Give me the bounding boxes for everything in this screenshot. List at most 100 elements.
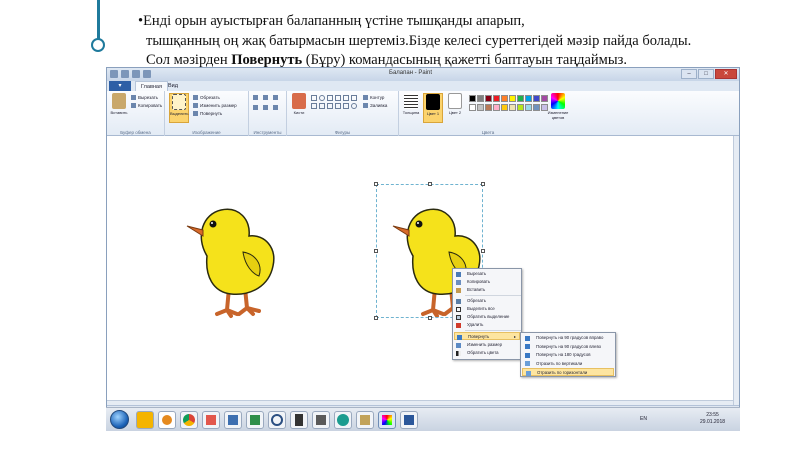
app-icon-10[interactable] xyxy=(334,411,352,429)
language-indicator[interactable]: EN xyxy=(640,416,647,422)
ctx-item-invert-colors[interactable]: Обратить цвета xyxy=(454,349,520,357)
palette-swatch[interactable] xyxy=(501,95,508,102)
arrow-shape-icon[interactable] xyxy=(351,95,357,101)
submenu-rotate-180[interactable]: Повернуть на 180 градусов xyxy=(522,351,614,359)
crop-button[interactable]: Обрезать xyxy=(193,95,220,101)
colors-group: Толщина Цвет 1 Цвет 2 Изменение цветов Ц… xyxy=(399,91,577,136)
color2-button[interactable]: Цвет 2 xyxy=(445,93,465,115)
triangle-shape-icon[interactable] xyxy=(335,95,341,101)
ctx-item-select-all[interactable]: Выделить все xyxy=(454,305,520,313)
thickness-button[interactable]: Толщина xyxy=(401,93,421,115)
submenu-rotate-right-90[interactable]: Повернуть на 90 градусов вправо xyxy=(522,334,614,342)
maximize-button[interactable]: □ xyxy=(698,69,714,79)
submenu-flip-horizontal[interactable]: Отразить по горизонтали xyxy=(522,368,614,376)
start-button[interactable] xyxy=(110,410,129,429)
palette-swatch[interactable] xyxy=(509,104,516,111)
ctx-item-invert-selection[interactable]: Обратить выделение xyxy=(454,313,520,321)
color1-button[interactable]: Цвет 1 xyxy=(423,93,443,123)
save-icon[interactable] xyxy=(121,70,129,78)
cut-button[interactable]: Вырезать xyxy=(131,95,158,101)
fill-button[interactable]: Заливка xyxy=(363,103,387,109)
app-icon-11[interactable] xyxy=(356,411,374,429)
fill-tool[interactable] xyxy=(263,95,270,101)
round-shape-icon[interactable] xyxy=(351,103,357,109)
file-menu-tab[interactable]: ▾ xyxy=(109,81,131,91)
brushes-button[interactable]: Кисти xyxy=(289,93,309,115)
rectangle-shape-icon[interactable] xyxy=(327,95,333,101)
outline-button[interactable]: Контур xyxy=(363,95,384,101)
ctx-item-delete[interactable]: Удалить xyxy=(454,321,520,329)
eraser-tool[interactable] xyxy=(253,105,260,111)
ctx-item-crop[interactable]: Обрезать xyxy=(454,297,520,305)
lightning-shape-icon[interactable] xyxy=(335,103,341,109)
system-clock[interactable]: 23:55 29.01.2018 xyxy=(700,412,725,426)
chrome-app-icon[interactable] xyxy=(180,411,198,429)
ctx-item-rotate[interactable]: Повернуть ▸ xyxy=(454,332,520,340)
resize-button[interactable]: Изменить размер xyxy=(193,103,237,109)
diamond-shape-icon[interactable] xyxy=(343,103,349,109)
app-icon-8[interactable] xyxy=(290,411,308,429)
resize-handle-s[interactable] xyxy=(428,316,432,320)
redo-icon[interactable] xyxy=(143,70,151,78)
palette-swatch[interactable] xyxy=(533,104,540,111)
callout-shape-icon[interactable] xyxy=(319,103,325,109)
palette-swatch[interactable] xyxy=(469,104,476,111)
palette-swatch[interactable] xyxy=(493,104,500,111)
line-shape-icon[interactable] xyxy=(311,95,317,101)
palette-swatch[interactable] xyxy=(517,104,524,111)
pentagon-shape-icon[interactable] xyxy=(343,95,349,101)
rotate-button[interactable]: Повернуть xyxy=(193,111,222,117)
app-icon-4[interactable] xyxy=(202,411,220,429)
app-icon-9[interactable] xyxy=(312,411,330,429)
palette-swatch[interactable] xyxy=(469,95,476,102)
app-icon-7[interactable] xyxy=(268,411,286,429)
resize-handle-nw[interactable] xyxy=(374,182,378,186)
palette-swatch[interactable] xyxy=(477,104,484,111)
pencil-tool[interactable] xyxy=(253,95,260,101)
explorer-app-icon[interactable] xyxy=(136,411,154,429)
resize-handle-w[interactable] xyxy=(374,249,378,253)
ctx-item-cut[interactable]: Вырезать xyxy=(454,270,520,278)
star-shape-icon[interactable] xyxy=(311,103,317,109)
palette-swatch[interactable] xyxy=(493,95,500,102)
ctx-item-copy[interactable]: Копировать xyxy=(454,278,520,286)
ctx-item-paste[interactable]: Вставить xyxy=(454,286,520,294)
vertical-scrollbar[interactable] xyxy=(733,136,739,405)
palette-swatch[interactable] xyxy=(485,104,492,111)
minimize-button[interactable]: – xyxy=(681,69,697,79)
resize-handle-n[interactable] xyxy=(428,182,432,186)
tab-view[interactable]: Вид xyxy=(163,81,183,91)
resize-handle-ne[interactable] xyxy=(481,182,485,186)
resize-handle-e[interactable] xyxy=(481,249,485,253)
submenu-rotate-left-90[interactable]: Повернуть на 90 градусов влево xyxy=(522,343,614,351)
app-icon-5[interactable] xyxy=(224,411,242,429)
palette-swatch[interactable] xyxy=(525,95,532,102)
app-menu-icon[interactable] xyxy=(110,70,118,78)
undo-icon[interactable] xyxy=(132,70,140,78)
palette-swatch[interactable] xyxy=(501,104,508,111)
close-button[interactable]: ✕ xyxy=(715,69,737,79)
paint-app-icon[interactable] xyxy=(378,411,396,429)
drawing-canvas[interactable] xyxy=(107,136,733,400)
heart-shape-icon[interactable] xyxy=(327,103,333,109)
ctx-item-resize[interactable]: Изменить размер xyxy=(454,341,520,349)
text-tool[interactable] xyxy=(273,95,280,101)
palette-swatch[interactable] xyxy=(517,95,524,102)
media-player-app-icon[interactable] xyxy=(158,411,176,429)
palette-swatch[interactable] xyxy=(477,95,484,102)
word-app-icon[interactable] xyxy=(400,411,418,429)
color-picker-tool[interactable] xyxy=(263,105,270,111)
copy-button[interactable]: Копировать xyxy=(131,103,162,109)
resize-handle-sw[interactable] xyxy=(374,316,378,320)
palette-swatch[interactable] xyxy=(485,95,492,102)
palette-swatch[interactable] xyxy=(533,95,540,102)
oval-shape-icon[interactable] xyxy=(319,95,325,101)
select-button[interactable]: Выделить xyxy=(169,93,189,123)
palette-swatch[interactable] xyxy=(525,104,532,111)
magnifier-tool[interactable] xyxy=(273,105,280,111)
app-icon-6[interactable] xyxy=(246,411,264,429)
submenu-flip-vertical[interactable]: Отразить по вертикали xyxy=(522,360,614,368)
edit-colors-button[interactable]: Изменение цветов xyxy=(545,93,571,120)
paste-button[interactable]: Вставить xyxy=(109,93,129,115)
palette-swatch[interactable] xyxy=(509,95,516,102)
